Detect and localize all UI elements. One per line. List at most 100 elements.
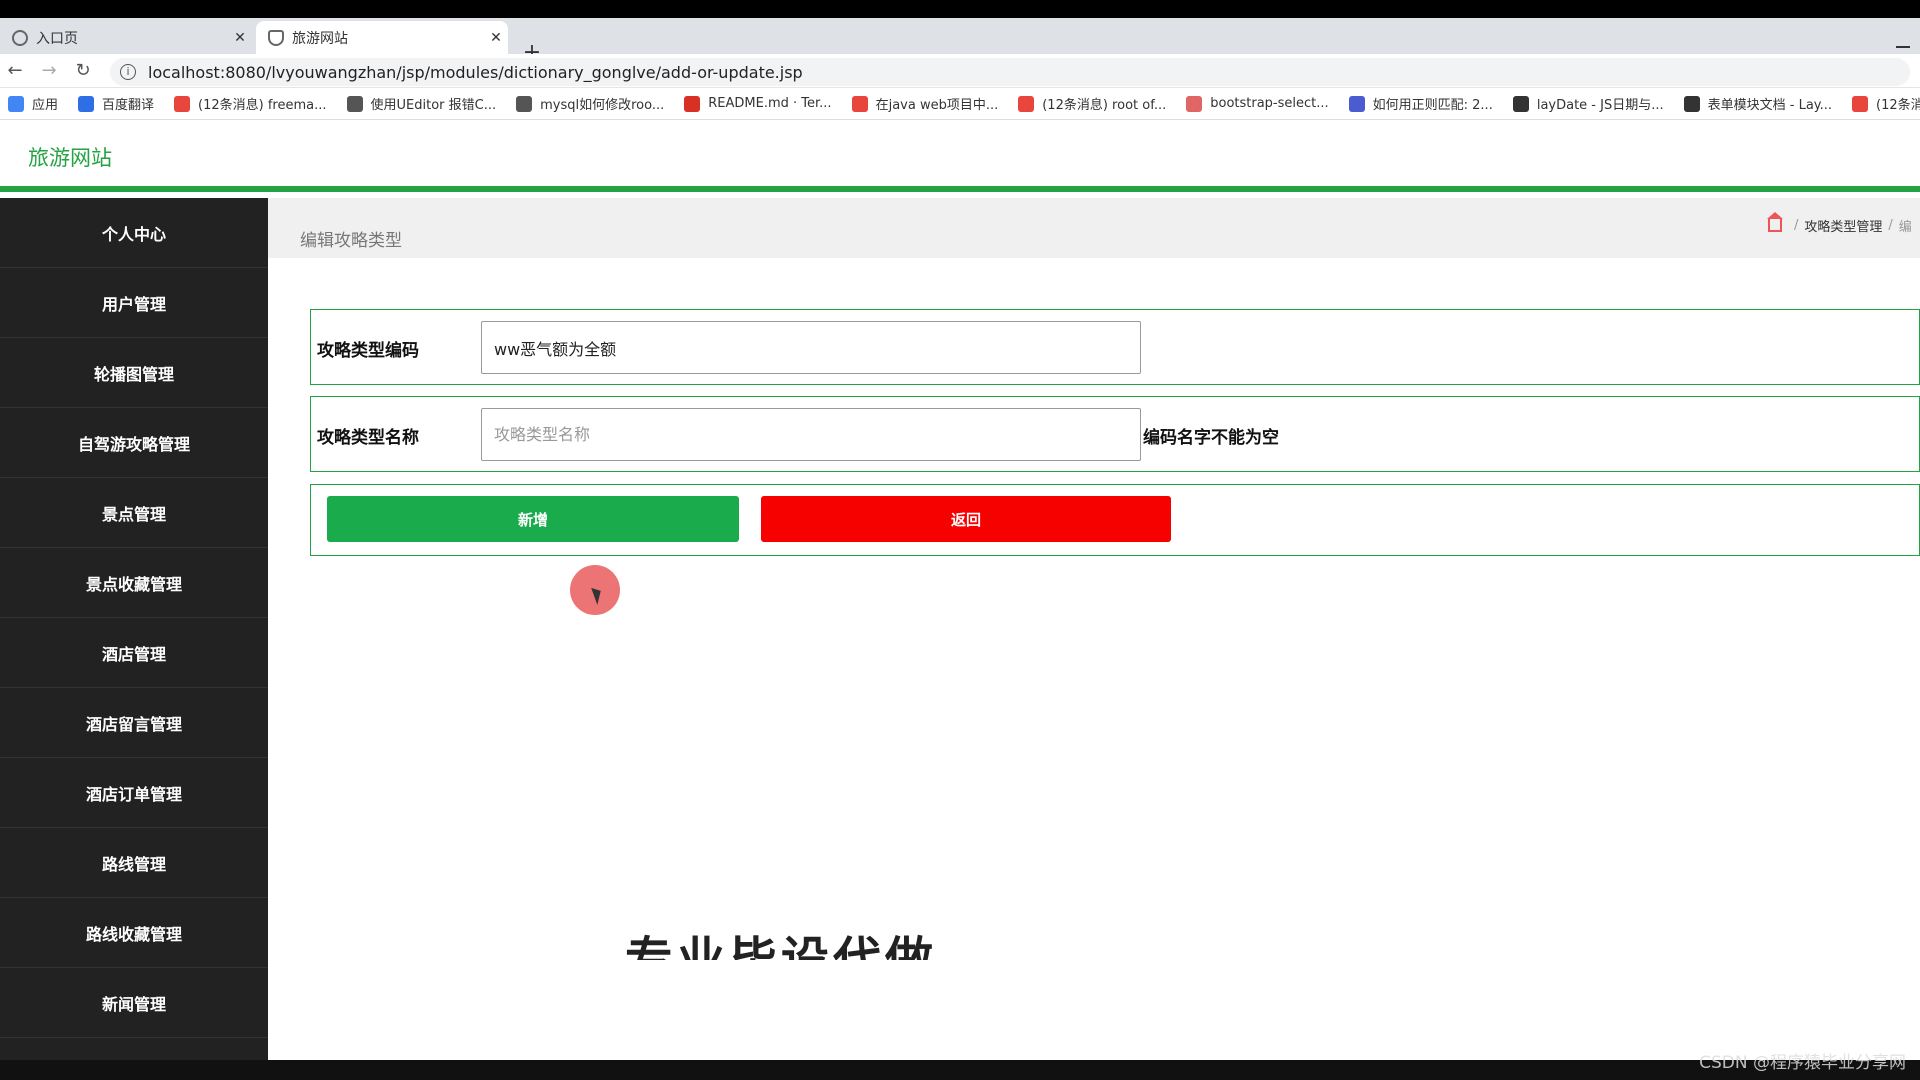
home-icon[interactable]	[1767, 212, 1783, 232]
globe-icon	[12, 29, 28, 46]
bookmark-item[interactable]: layDate - JS日期与...	[1512, 94, 1664, 113]
name-label: 攻略类型名称	[317, 428, 419, 448]
browser-tab-travel[interactable]: 旅游网站 ✕	[256, 21, 508, 54]
main-content: 编辑攻略类型 / 攻略类型管理 / 编 攻略类型编码 攻略类型名称 编码名字不能…	[268, 198, 1920, 1060]
bookmarks-bar: 应用 百度翻译 (12条消息) freema... 使用UEditor 报错C... m…	[0, 88, 1920, 120]
bookmark-item[interactable]: 百度翻译	[78, 94, 154, 113]
form-row-name: 攻略类型名称 编码名字不能为空	[310, 396, 1920, 472]
code-label: 攻略类型编码	[317, 341, 419, 361]
bookmark-favicon-icon	[516, 95, 533, 112]
sidebar-item[interactable]: 个人中心	[0, 198, 268, 268]
content-header: 编辑攻略类型 / 攻略类型管理 / 编	[268, 198, 1920, 258]
sidebar-item-label: 酒店订单管理	[85, 784, 182, 804]
overlay-banner-text: 专业毕设代做	[625, 932, 938, 960]
bookmark-item[interactable]: (12条消息) freema...	[174, 94, 327, 113]
reload-icon[interactable]: ↻	[72, 60, 94, 82]
bookmark-favicon-icon	[78, 95, 95, 112]
bookmark-favicon-icon	[1512, 95, 1529, 112]
bookmark-label: (12条消息) 关于	[1876, 98, 1920, 113]
sidebar-item[interactable]: 酒店订单管理	[0, 758, 268, 828]
bookmark-label: bootstrap-select...	[1210, 96, 1329, 111]
bookmark-item[interactable]: bootstrap-select...	[1186, 95, 1329, 112]
sidebar-item-label: 轮播图管理	[93, 364, 174, 384]
bookmark-label: layDate - JS日期与...	[1536, 98, 1664, 113]
sidebar-item[interactable]: 路线管理	[0, 828, 268, 898]
screen-bottom-bar	[0, 1060, 1920, 1080]
address-bar-row: ← → ↻ i localhost:8080/lvyouwangzhan/jsp…	[0, 54, 1920, 88]
browser-tab-strip: 入口页 ✕ 旅游网站 ✕ +	[0, 18, 1920, 65]
app-header: 旅游网站	[0, 120, 1920, 192]
sidebar-item[interactable]: 用户管理	[0, 268, 268, 338]
watermark: CSDN @程序猿毕业分享网	[1699, 1053, 1906, 1073]
sidebar-item[interactable]: 自驾游攻略管理	[0, 408, 268, 478]
bookmark-item[interactable]: (12条消息) 关于	[1852, 94, 1920, 113]
url-field[interactable]: i localhost:8080/lvyouwangzhan/jsp/modul…	[110, 58, 1910, 86]
tab-title: 入口页	[36, 30, 78, 47]
validation-error: 编码名字不能为空	[1143, 428, 1279, 448]
bookmark-label: 使用UEditor 报错C...	[370, 98, 497, 113]
bookmark-label: mysql如何修改roo...	[540, 98, 665, 113]
sidebar-item-label: 个人中心	[101, 224, 166, 244]
bookmark-favicon-icon	[1852, 95, 1869, 112]
bookmark-item[interactable]: 在java web项目中...	[851, 94, 999, 113]
bookmark-item[interactable]: 应用	[8, 94, 58, 113]
sidebar-item[interactable]: 路线收藏管理	[0, 898, 268, 968]
breadcrumb-parent[interactable]: 攻略类型管理	[1804, 216, 1882, 235]
breadcrumb-separator: /	[1888, 218, 1893, 233]
bookmark-item[interactable]: (12条消息) root of...	[1018, 94, 1166, 113]
bookmark-favicon-icon	[851, 95, 868, 112]
bookmark-favicon-icon	[1018, 95, 1035, 112]
sidebar-item-label: 路线管理	[101, 854, 166, 874]
apps-grid-icon	[8, 95, 24, 112]
bookmark-item[interactable]: 使用UEditor 报错C...	[346, 94, 497, 113]
form-row-actions: 新增 返回	[310, 484, 1920, 556]
bookmark-favicon-icon	[1186, 95, 1203, 112]
url-text: localhost:8080/lvyouwangzhan/jsp/modules…	[148, 62, 803, 82]
breadcrumb-separator: /	[1794, 218, 1799, 233]
sidebar-item[interactable]: 景点管理	[0, 478, 268, 548]
shield-icon	[268, 29, 284, 46]
sidebar-item[interactable]: 景点收藏管理	[0, 548, 268, 618]
close-icon[interactable]: ✕	[228, 30, 252, 46]
sidebar-item[interactable]: 轮播图管理	[0, 338, 268, 408]
app-root: 旅游网站 个人中心用户管理轮播图管理自驾游攻略管理景点管理景点收藏管理 酒店管理酒…	[0, 120, 1920, 1060]
sidebar-item-label: 酒店管理	[101, 644, 166, 664]
back-arrow-icon[interactable]: ←	[4, 60, 26, 82]
name-input[interactable]	[481, 408, 1141, 461]
sidebar-item[interactable]: 酒店管理	[0, 618, 268, 688]
browser-tab-entry[interactable]: 入口页 ✕	[0, 21, 252, 54]
bookmark-item[interactable]: 如何用正则匹配: 2...	[1348, 94, 1493, 113]
breadcrumb-current: 编	[1898, 220, 1912, 235]
bookmark-favicon-icon	[1348, 95, 1365, 112]
bookmark-label: 如何用正则匹配: 2...	[1372, 98, 1493, 113]
sidebar-item-label: 景点收藏管理	[85, 574, 182, 594]
sidebar-item-label: 用户管理	[101, 294, 166, 314]
add-button[interactable]: 新增	[327, 496, 739, 542]
sidebar-item-label: 新闻管理	[101, 994, 166, 1014]
bookmark-label: (12条消息) freema...	[198, 98, 327, 113]
close-icon[interactable]: ✕	[484, 30, 508, 46]
bookmark-label: README.md · Ter...	[708, 96, 832, 111]
info-icon[interactable]: i	[120, 64, 136, 80]
bookmark-item[interactable]: 表单模块文档 - Lay...	[1683, 94, 1833, 113]
bookmark-label: 应用	[32, 98, 59, 113]
screen-top-bar	[0, 0, 1920, 18]
bookmark-item[interactable]: mysql如何修改roo...	[516, 94, 664, 113]
forward-arrow-icon[interactable]: →	[38, 60, 60, 82]
code-input[interactable]	[481, 321, 1141, 374]
sidebar-item[interactable]: 酒店留言管理	[0, 688, 268, 758]
breadcrumb: / 攻略类型管理 / 编	[1767, 212, 1912, 235]
sidebar-item-label: 景点管理	[101, 504, 166, 524]
sidebar-item[interactable]: 新闻管理	[0, 968, 268, 1038]
bookmark-label: 百度翻译	[102, 98, 155, 113]
bookmark-item[interactable]: README.md · Ter...	[684, 95, 832, 112]
minimize-icon[interactable]	[1896, 46, 1910, 48]
bookmark-label: 表单模块文档 - Lay...	[1707, 98, 1833, 113]
bookmark-label: 在java web项目中...	[875, 98, 999, 113]
back-button[interactable]: 返回	[761, 496, 1171, 542]
bookmark-label: (12条消息) root of...	[1042, 98, 1167, 113]
bookmark-favicon-icon	[174, 95, 191, 112]
sidebar-item-label: 酒店留言管理	[85, 714, 182, 734]
brand-logo[interactable]: 旅游网站	[28, 142, 112, 172]
bookmark-favicon-icon	[346, 95, 363, 112]
